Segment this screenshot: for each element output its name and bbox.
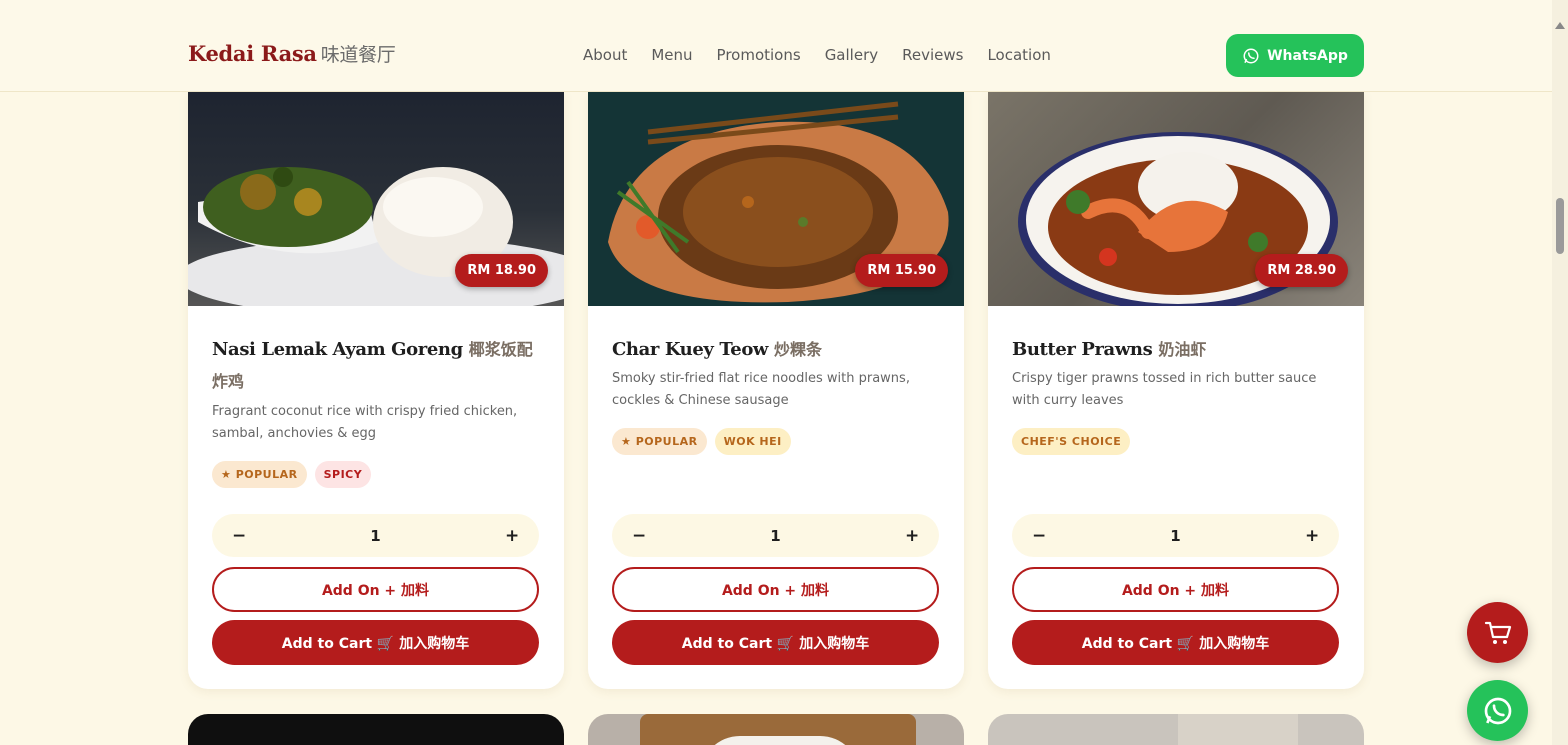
quantity-stepper: − 1 + (212, 514, 539, 557)
price-badge: RM 18.90 (455, 254, 548, 287)
tag-chefs-choice: CHEF'S CHOICE (1012, 428, 1131, 455)
cart-icon (1484, 621, 1511, 644)
dish-name: Nasi Lemak Ayam Goreng (212, 339, 463, 360)
increment-button[interactable]: + (505, 526, 519, 546)
dish-name: Char Kuey Teow (612, 339, 769, 360)
page-scrollbar[interactable] (1552, 0, 1568, 745)
quantity-value: 1 (370, 526, 381, 545)
add-on-button[interactable]: Add On + 加料 (612, 567, 939, 612)
menu-card-next (988, 714, 1364, 745)
quantity-value: 1 (770, 526, 781, 545)
brand-name: Kedai Rasa (188, 41, 317, 66)
nav-gallery[interactable]: Gallery (825, 46, 878, 64)
scrollbar-thumb[interactable] (1556, 198, 1564, 254)
add-to-cart-button[interactable]: Add to Cart 🛒 加入购物车 (212, 620, 539, 665)
nav-promotions[interactable]: Promotions (717, 46, 801, 64)
tag-popular: ★ POPULAR (612, 428, 707, 455)
tag-list: ★ POPULAR WOK HEI (612, 428, 791, 455)
quantity-value: 1 (1170, 526, 1181, 545)
increment-button[interactable]: + (1305, 526, 1319, 546)
nav-menu[interactable]: Menu (651, 46, 692, 64)
tag-popular: ★ POPULAR (212, 461, 307, 488)
tag-list: CHEF'S CHOICE (1012, 428, 1131, 455)
decrement-button[interactable]: − (1032, 526, 1046, 546)
menu-card: RM 15.90 Char Kuey Teow 炒粿条 Smoky stir-fr… (588, 92, 964, 689)
whatsapp-label: WhatsApp (1267, 47, 1348, 64)
scroll-up-arrow-icon[interactable] (1555, 22, 1565, 29)
menu-card: RM 18.90 Nasi Lemak Ayam Goreng 椰浆饭配炸鸡 Fr… (188, 92, 564, 689)
quantity-stepper: − 1 + (1012, 514, 1339, 557)
dish-title: Nasi Lemak Ayam Goreng 椰浆饭配炸鸡 (212, 334, 544, 398)
quantity-stepper: − 1 + (612, 514, 939, 557)
dish-name: Butter Prawns (1012, 339, 1153, 360)
increment-button[interactable]: + (905, 526, 919, 546)
dish-description: Crispy tiger prawns tossed in rich butte… (1012, 371, 1317, 408)
add-to-cart-button[interactable]: Add to Cart 🛒 加入购物车 (1012, 620, 1339, 665)
dish-name-zh: 奶油虾 (1158, 340, 1207, 359)
tag-wok-hei: WOK HEI (714, 428, 791, 455)
dish-title: Char Kuey Teow 炒粿条 (612, 334, 944, 366)
nav-reviews[interactable]: Reviews (902, 46, 963, 64)
add-on-button[interactable]: Add On + 加料 (1012, 567, 1339, 612)
price-badge: RM 28.90 (1255, 254, 1348, 287)
floating-whatsapp-button[interactable] (1467, 680, 1528, 741)
nav-about[interactable]: About (583, 46, 627, 64)
dish-title: Butter Prawns 奶油虾 (1012, 334, 1344, 366)
dish-name-zh: 炒粿条 (774, 340, 823, 359)
dish-image: RM 28.90 (988, 92, 1364, 306)
whatsapp-icon (1484, 697, 1511, 724)
dish-image: RM 15.90 (588, 92, 964, 306)
menu-card-next (588, 714, 964, 745)
dish-description: Fragrant coconut rice with crispy fried … (212, 404, 518, 441)
main-nav: About Menu Promotions Gallery Reviews Lo… (583, 46, 1051, 64)
dish-description: Smoky stir-fried flat rice noodles with … (612, 371, 910, 408)
brand-logo[interactable]: Kedai Rasa 味道餐厅 (188, 40, 396, 67)
add-on-button[interactable]: Add On + 加料 (212, 567, 539, 612)
site-header: Kedai Rasa 味道餐厅 About Menu Promotions Gal… (0, 0, 1552, 92)
whatsapp-icon (1243, 48, 1259, 63)
nav-location[interactable]: Location (987, 46, 1050, 64)
decrement-button[interactable]: − (632, 526, 646, 546)
brand-name-zh: 味道餐厅 (320, 44, 396, 66)
menu-card: RM 28.90 Butter Prawns 奶油虾 Crispy tiger p… (988, 92, 1364, 689)
decrement-button[interactable]: − (232, 526, 246, 546)
add-to-cart-button[interactable]: Add to Cart 🛒 加入购物车 (612, 620, 939, 665)
dish-image: RM 18.90 (188, 92, 564, 306)
tag-list: ★ POPULAR SPICY (212, 461, 372, 488)
menu-card-next (188, 714, 564, 745)
tag-spicy: SPICY (314, 461, 372, 488)
price-badge: RM 15.90 (855, 254, 948, 287)
floating-cart-button[interactable] (1467, 602, 1528, 663)
whatsapp-button[interactable]: WhatsApp (1226, 34, 1364, 77)
